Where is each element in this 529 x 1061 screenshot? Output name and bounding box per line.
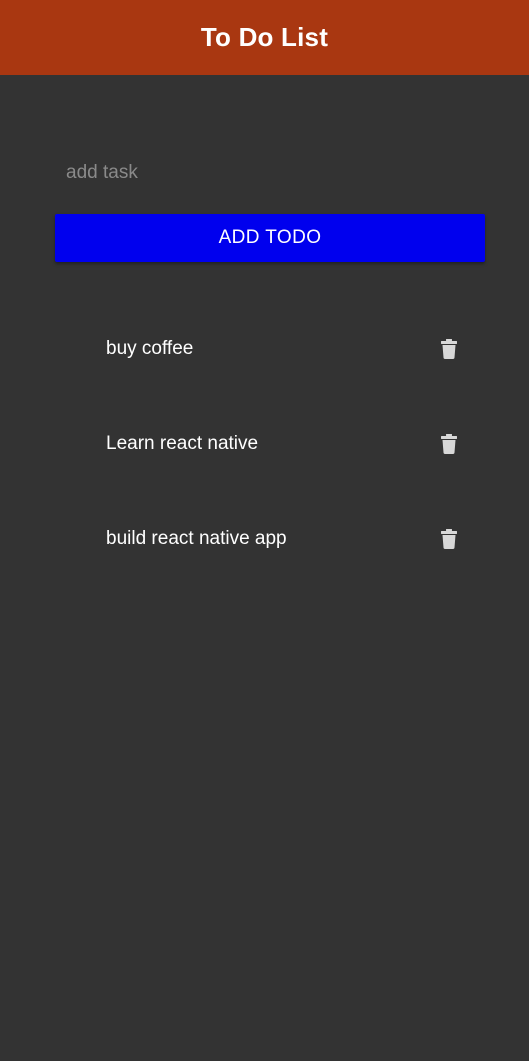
todo-item-text[interactable]: build react native app <box>106 514 287 564</box>
todo-item: buy coffee <box>106 324 466 419</box>
app-screen: To Do List ADD TODO buy coffee Learn rea… <box>0 0 529 1061</box>
todo-item: build react native app <box>106 514 466 609</box>
todo-item: Learn react native <box>106 419 466 514</box>
trash-icon[interactable] <box>438 526 460 552</box>
app-header: To Do List <box>0 0 529 75</box>
trash-icon[interactable] <box>438 431 460 457</box>
todo-item-text[interactable]: Learn react native <box>106 419 258 469</box>
add-task-input[interactable] <box>55 150 485 196</box>
page-title: To Do List <box>200 22 329 52</box>
trash-icon[interactable] <box>438 336 460 362</box>
add-todo-button[interactable]: ADD TODO <box>55 214 485 262</box>
todo-list: buy coffee Learn react native build reac… <box>106 324 466 609</box>
todo-item-text[interactable]: buy coffee <box>106 324 193 374</box>
